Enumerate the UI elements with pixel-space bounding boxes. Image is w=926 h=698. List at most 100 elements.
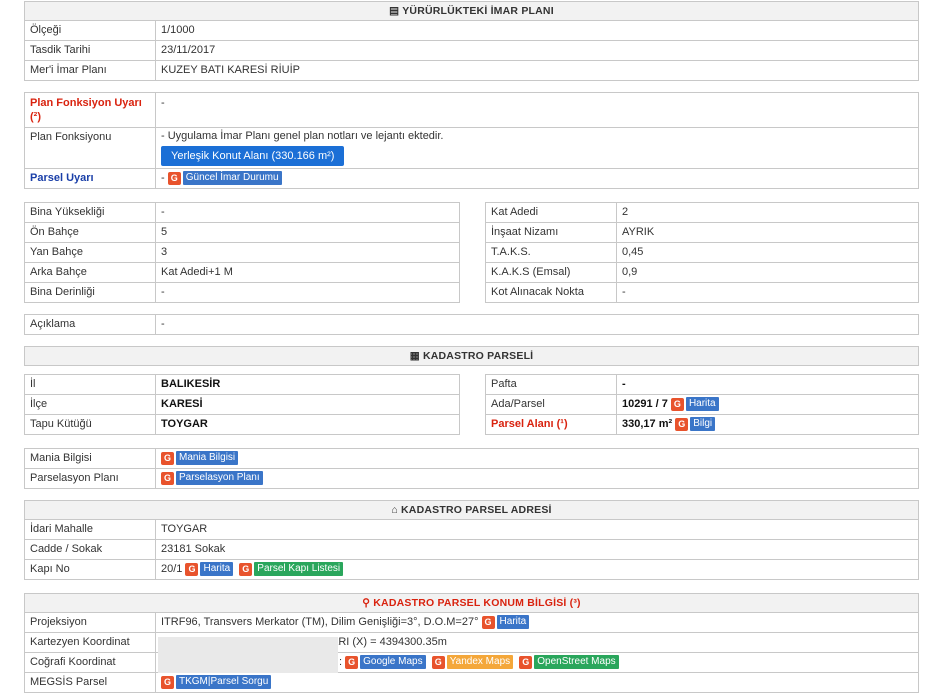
bina-right-table: Kat Adedi 2 İnşaat Nizamı AYRIK T.A.K.S. 0,… bbox=[485, 202, 919, 303]
kadastro-header-table: ▦ KADASTRO PARSELİ bbox=[24, 346, 919, 366]
pafta-value: - bbox=[616, 374, 919, 395]
kapi-listesi-button[interactable]: Parsel Kapı Listesi bbox=[254, 562, 344, 577]
link-icon[interactable]: G bbox=[345, 655, 359, 669]
tasdik-label: Tasdik Tarihi bbox=[24, 40, 156, 61]
link-icon[interactable]: G bbox=[239, 562, 253, 576]
adres-header: ⌂ KADASTRO PARSEL ADRESİ bbox=[24, 500, 919, 520]
table-row: Bina Derinliği - bbox=[24, 282, 460, 303]
link-icon[interactable]: G bbox=[185, 562, 199, 576]
megsis-cell: G TKGM|Parsel Sorgu bbox=[155, 672, 919, 693]
openstreet-maps-button[interactable]: OpenStreet Maps bbox=[534, 655, 619, 670]
kartezyen-value: ARI (X) = 4394300.35m bbox=[331, 636, 447, 648]
kadastro-left-table: İl BALIKESİR İlçe KARESİ Tapu Kütüğü TOYGAR bbox=[24, 374, 460, 435]
kapi-no-cell: 20/1 G Harita G Parsel Kapı Listesi bbox=[155, 559, 919, 580]
cadde-value: 23181 Sokak bbox=[155, 539, 919, 560]
projeksiyon-value: ITRF96, Transvers Merkator (TM), Dilim G… bbox=[161, 616, 479, 628]
link-icon[interactable]: G bbox=[481, 615, 495, 629]
redacted-coordinates bbox=[158, 637, 338, 673]
adres-harita-button[interactable]: Harita bbox=[200, 562, 234, 577]
mania-table: Mania Bilgisi G Mania Bilgisi Parselasyon … bbox=[24, 448, 919, 489]
konum-title: KADASTRO PARSEL KONUM BİLGİSİ (³) bbox=[373, 597, 581, 609]
tasdik-value: 23/11/2017 bbox=[155, 40, 919, 61]
il-value: BALIKESİR bbox=[155, 374, 460, 395]
plan-fonksiyon-table: Plan Fonksiyon Uyarı (²) - Plan Fonksiyo… bbox=[24, 92, 919, 189]
adres-table: ⌂ KADASTRO PARSEL ADRESİ İdari Mahalle TO… bbox=[24, 500, 919, 580]
konum-harita-button[interactable]: Harita bbox=[496, 615, 530, 630]
arka-bahce-value: Kat Adedi+1 M bbox=[155, 262, 460, 283]
olcek-label: Ölçeği bbox=[24, 20, 156, 41]
yan-bahce-label: Yan Bahçe bbox=[24, 242, 156, 263]
table-row: İl BALIKESİR bbox=[24, 374, 460, 395]
kaks-value: 0,9 bbox=[616, 262, 919, 283]
table-row: Kat Adedi 2 bbox=[485, 202, 919, 223]
guncel-imar-button[interactable]: Güncel İmar Durumu bbox=[182, 171, 282, 186]
parsel-uyari-dash: - bbox=[161, 172, 165, 184]
insaat-nizami-value: AYRIK bbox=[616, 222, 919, 243]
on-bahce-value: 5 bbox=[155, 222, 460, 243]
table-row: MEGSİS Parsel G TKGM|Parsel Sorgu bbox=[24, 672, 919, 693]
link-icon[interactable]: G bbox=[675, 417, 689, 431]
bilgi-button[interactable]: Bilgi bbox=[690, 417, 716, 432]
parsel-alani-cell: 330,17 m² G Bilgi bbox=[616, 414, 919, 435]
table-row: Yan Bahçe 3 bbox=[24, 242, 460, 263]
table-row: Kot Alınacak Nokta - bbox=[485, 282, 919, 303]
table-row: Açıklama - bbox=[24, 314, 919, 335]
link-icon[interactable]: G bbox=[431, 655, 445, 669]
table-row: Plan Fonksiyon Uyarı (²) - bbox=[24, 92, 919, 128]
link-icon[interactable]: G bbox=[161, 675, 174, 689]
google-maps-button[interactable]: Google Maps bbox=[360, 655, 426, 670]
mahalle-value: TOYGAR bbox=[155, 519, 919, 540]
table-row: Kapı No 20/1 G Harita G Parsel Kapı Listesi bbox=[24, 559, 919, 580]
cografi-value: : bbox=[339, 656, 343, 668]
megsis-label: MEGSİS Parsel bbox=[24, 672, 156, 693]
ada-parsel-value: 10291 / 7 bbox=[622, 398, 668, 410]
meri-plan-label: Mer'i İmar Planı bbox=[24, 60, 156, 81]
imar-plan-header: ▤ YÜRÜRLÜKTEKİ İMAR PLANI bbox=[24, 1, 919, 21]
yan-bahce-value: 3 bbox=[155, 242, 460, 263]
yandex-maps-button[interactable]: Yandex Maps bbox=[446, 655, 514, 670]
taks-value: 0,45 bbox=[616, 242, 919, 263]
link-icon[interactable]: G bbox=[161, 471, 174, 485]
bina-yuksekligi-value: - bbox=[155, 202, 460, 223]
taks-label: T.A.K.S. bbox=[485, 242, 617, 263]
table-row: Arka Bahçe Kat Adedi+1 M bbox=[24, 262, 460, 283]
megsis-button[interactable]: TKGM|Parsel Sorgu bbox=[176, 675, 272, 690]
kapi-no-label: Kapı No bbox=[24, 559, 156, 580]
table-row: Plan Fonksiyonu - Uygulama İmar Planı ge… bbox=[24, 127, 919, 169]
kapi-no-value: 20/1 bbox=[161, 563, 183, 575]
konum-header: ⚲ KADASTRO PARSEL KONUM BİLGİSİ (³) bbox=[24, 593, 919, 613]
table-row: Parsel Alanı (¹) 330,17 m² G Bilgi bbox=[485, 414, 919, 435]
ilce-value: KARESİ bbox=[155, 394, 460, 415]
cografi-label: Coğrafi Koordinat bbox=[24, 652, 156, 673]
mania-button[interactable]: Mania Bilgisi bbox=[176, 451, 239, 466]
link-icon[interactable]: G bbox=[519, 655, 533, 669]
table-row: T.A.K.S. 0,45 bbox=[485, 242, 919, 263]
kot-nokta-label: Kot Alınacak Nokta bbox=[485, 282, 617, 303]
projeksiyon-label: Projeksiyon bbox=[24, 612, 156, 633]
home-icon: ⌂ bbox=[391, 504, 402, 516]
bina-yuksekligi-label: Bina Yüksekliği bbox=[24, 202, 156, 223]
imar-plan-table: ▤ YÜRÜRLÜKTEKİ İMAR PLANI Ölçeği 1/1000 T… bbox=[24, 1, 919, 81]
link-icon[interactable]: G bbox=[161, 451, 174, 465]
kaks-label: K.A.K.S (Emsal) bbox=[485, 262, 617, 283]
table-row: Parsel Uyarı - G Güncel İmar Durumu bbox=[24, 168, 919, 189]
link-icon[interactable]: G bbox=[670, 397, 684, 411]
link-icon[interactable]: G bbox=[167, 171, 181, 185]
on-bahce-label: Ön Bahçe bbox=[24, 222, 156, 243]
yerlesik-konut-button[interactable]: Yerleşik Konut Alanı (330.166 m²) bbox=[161, 146, 345, 166]
parsel-alani-value: 330,17 m² bbox=[622, 418, 673, 430]
table-row: Mer'i İmar Planı KUZEY BATI KARESİ RİUİP bbox=[24, 60, 919, 81]
insaat-nizami-label: İnşaat Nizamı bbox=[485, 222, 617, 243]
parselasyon-button[interactable]: Parselasyon Planı bbox=[176, 471, 263, 486]
aciklama-value: - bbox=[155, 314, 919, 335]
bina-derinligi-value: - bbox=[155, 282, 460, 303]
aciklama-table: Açıklama - bbox=[24, 314, 919, 335]
meri-plan-value: KUZEY BATI KARESİ RİUİP bbox=[155, 60, 919, 81]
parsel-uyari-label: Parsel Uyarı bbox=[24, 168, 156, 189]
table-row: Bina Yüksekliği - bbox=[24, 202, 460, 223]
tapu-kutugu-label: Tapu Kütüğü bbox=[24, 414, 156, 435]
ada-parsel-cell: 10291 / 7 G Harita bbox=[616, 394, 919, 415]
harita-button[interactable]: Harita bbox=[685, 397, 719, 412]
kadastro-title: KADASTRO PARSELİ bbox=[422, 350, 534, 362]
plan-uyari-value: - bbox=[155, 92, 919, 128]
